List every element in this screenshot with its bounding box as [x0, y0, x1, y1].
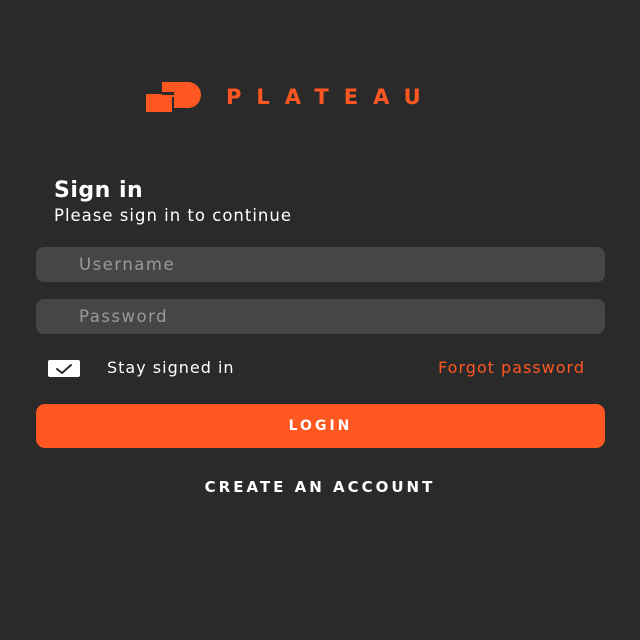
create-account-button[interactable]: CREATE AN ACCOUNT — [0, 478, 640, 496]
stay-signed-in-label[interactable]: Stay signed in — [107, 358, 235, 377]
login-button[interactable]: LOGIN — [36, 404, 605, 448]
check-icon — [56, 363, 72, 374]
stay-signed-in-checkbox[interactable] — [48, 360, 80, 377]
plateau-logo-icon — [146, 82, 201, 112]
sign-in-screen: PLATEAU Sign in Please sign in to contin… — [0, 0, 640, 640]
forgot-password-link[interactable]: Forgot password — [438, 358, 585, 377]
brand-logo: PLATEAU — [144, 80, 436, 114]
username-input[interactable] — [36, 247, 605, 282]
page-title: Sign in — [54, 178, 144, 203]
password-input[interactable] — [36, 299, 605, 334]
brand-name: PLATEAU — [226, 85, 436, 109]
page-subtitle: Please sign in to continue — [54, 206, 292, 225]
